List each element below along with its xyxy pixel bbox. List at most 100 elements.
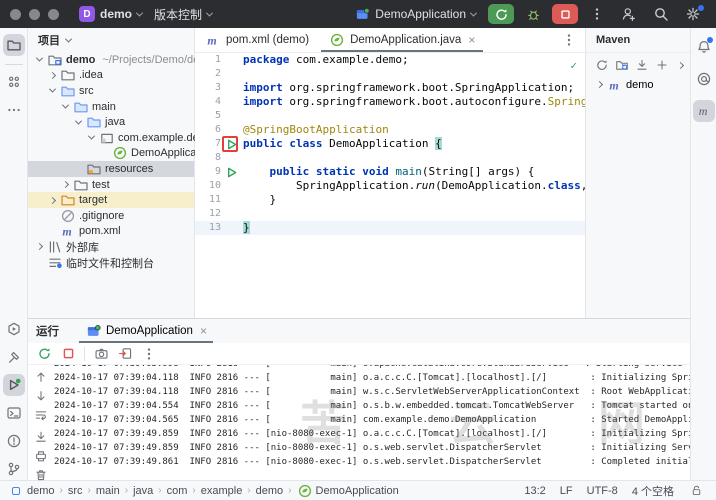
tree-item-[interactable]: 临时文件和控制台 [28, 255, 194, 271]
chevron-down-icon[interactable] [35, 55, 42, 62]
refresh-button[interactable] [594, 57, 610, 73]
breadcrumb-item-DemoApplication[interactable]: DemoApplication [297, 483, 399, 499]
chevron-down-icon[interactable] [74, 117, 81, 124]
stop-outline-button[interactable] [60, 346, 76, 362]
code-line-6[interactable]: 6@SpringBootApplication [195, 123, 585, 137]
code-line-12[interactable]: 12 [195, 207, 585, 221]
code-line-7[interactable]: 7public class DemoApplication { [195, 137, 585, 151]
chevron-right-icon[interactable] [35, 243, 42, 250]
settings-button[interactable] [680, 4, 706, 24]
breadcrumb-item-src[interactable]: src [68, 485, 83, 497]
run-gutter-icon[interactable] [223, 164, 239, 180]
chevron-down-icon[interactable] [48, 86, 55, 93]
tree-item-demo[interactable]: demo~/Projects/Demo/demo [28, 52, 194, 68]
stop-button[interactable] [552, 4, 578, 24]
rerun-green-button[interactable] [36, 346, 52, 362]
tree-item-test[interactable]: test [28, 177, 194, 193]
soft-wrap-button[interactable] [33, 407, 49, 423]
editor-area[interactable]: mpom.xml (demo)DemoApplication.java× 1pa… [195, 28, 585, 318]
tree-item-main[interactable]: main [28, 99, 194, 115]
code-line-10[interactable]: 10 SpringApplication.run(DemoApplication… [195, 179, 585, 193]
unlock-icon[interactable] [688, 483, 704, 499]
download-button[interactable] [634, 57, 650, 73]
minimize-window-button[interactable] [29, 9, 40, 20]
chevron-down-icon[interactable] [65, 35, 72, 42]
editor-tab-pom.xmldemo[interactable]: mpom.xml (demo) [195, 28, 319, 52]
code-with-me-button[interactable] [616, 4, 642, 24]
camera-button[interactable] [93, 346, 109, 362]
code-line-4[interactable]: 4import org.springframework.boot.autocon… [195, 95, 585, 109]
sync-folder-button[interactable] [614, 57, 630, 73]
breadcrumb-item-demo[interactable]: demo [8, 483, 55, 499]
console-output[interactable]: 2024-10-17 07:39:03.998 INFO 2816 --- [ … [54, 365, 690, 480]
tool-strip-build-hammer[interactable] [3, 346, 25, 368]
tool-strip-structure[interactable] [3, 71, 25, 93]
trash-button[interactable] [33, 467, 49, 483]
breadcrumb-item-java[interactable]: java [133, 485, 153, 497]
close-window-button[interactable] [10, 9, 21, 20]
tree-item-src[interactable]: src [28, 83, 194, 99]
tool-strip-terminal[interactable] [3, 402, 25, 424]
tree-item-target[interactable]: target [28, 192, 194, 208]
arrow-up-button[interactable] [33, 369, 49, 385]
tree-item-.gitignore[interactable]: .gitignore [28, 208, 194, 224]
more-actions-button[interactable] [584, 4, 610, 24]
maven-tree-item-demo[interactable]: mdemo [586, 77, 690, 93]
kebab-button[interactable] [141, 346, 157, 362]
vcs-menu[interactable]: 版本控制 [148, 3, 218, 26]
tab-options-button[interactable] [561, 28, 585, 52]
chevron-right-icon[interactable] [595, 81, 602, 88]
run-tab[interactable]: DemoApplication × [77, 319, 215, 343]
plus-button[interactable] [654, 57, 670, 73]
tree-item-resources[interactable]: resources [28, 161, 194, 177]
breadcrumb-item-example[interactable]: example [201, 485, 243, 497]
tree-item-DemoApplication[interactable]: DemoApplication [28, 146, 194, 162]
code-line-13[interactable]: 13} [195, 221, 585, 235]
breadcrumb-item-main[interactable]: main [96, 485, 120, 497]
line-ending[interactable]: LF [560, 485, 573, 497]
file-encoding[interactable]: UTF-8 [587, 485, 618, 497]
code-line-1[interactable]: 1package com.example.demo; [195, 53, 585, 67]
debug-button[interactable] [520, 4, 546, 24]
tool-strip-run-play[interactable] [3, 374, 25, 396]
inspections-ok-icon[interactable]: ✓ [570, 59, 577, 72]
tree-item-[interactable]: 外部库 [28, 239, 194, 255]
code-line-2[interactable]: 2 [195, 67, 585, 81]
tool-strip-git-branch[interactable] [3, 458, 25, 480]
code-line-5[interactable]: 5 [195, 109, 585, 123]
tree-item-java[interactable]: java [28, 114, 194, 130]
run-configuration-selector[interactable]: DemoApplication [348, 3, 482, 25]
chevron-down-icon[interactable] [87, 133, 94, 140]
chevron-right-icon[interactable] [48, 72, 55, 79]
printer-button[interactable] [33, 448, 49, 464]
detach-button[interactable] [117, 346, 133, 362]
close-icon[interactable]: × [468, 33, 475, 47]
tool-strip-notifications-bell[interactable] [693, 36, 715, 58]
scroll-to-end-button[interactable] [33, 429, 49, 445]
breadcrumb-item-com[interactable]: com [167, 485, 188, 497]
chevron-down-icon[interactable] [61, 102, 68, 109]
tree-item-com.example.demo[interactable]: com.example.demo [28, 130, 194, 146]
editor-tab-DemoApplication.java[interactable]: DemoApplication.java× [319, 28, 485, 52]
tool-strip-services[interactable] [3, 318, 25, 340]
chevron-right-icon[interactable] [48, 197, 55, 204]
rerun-button[interactable] [488, 4, 514, 24]
code-editor[interactable]: 1package com.example.demo;23import org.s… [195, 53, 585, 318]
tool-strip-project-folder[interactable] [3, 34, 25, 56]
chevron-right-icon[interactable] [677, 61, 684, 68]
code-line-9[interactable]: 9 public static void main(String[] args)… [195, 165, 585, 179]
zoom-window-button[interactable] [48, 9, 59, 20]
window-controls[interactable] [10, 9, 59, 20]
indent-setting[interactable]: 4 个空格 [632, 483, 674, 499]
arrow-down-button[interactable] [33, 388, 49, 404]
tool-strip-problems[interactable] [3, 430, 25, 452]
tool-strip-more[interactable] [3, 99, 25, 121]
breadcrumb-item-demo[interactable]: demo [256, 485, 284, 497]
search-everywhere-button[interactable] [648, 4, 674, 24]
tree-item-pom.xml[interactable]: mpom.xml [28, 224, 194, 240]
code-line-3[interactable]: 3import org.springframework.boot.SpringA… [195, 81, 585, 95]
tree-item-.idea[interactable]: .idea [28, 68, 194, 84]
tool-strip-endpoints-at[interactable] [693, 68, 715, 90]
project-widget[interactable]: D demo [73, 3, 148, 25]
tool-strip-maven-tool[interactable]: m [693, 100, 715, 122]
